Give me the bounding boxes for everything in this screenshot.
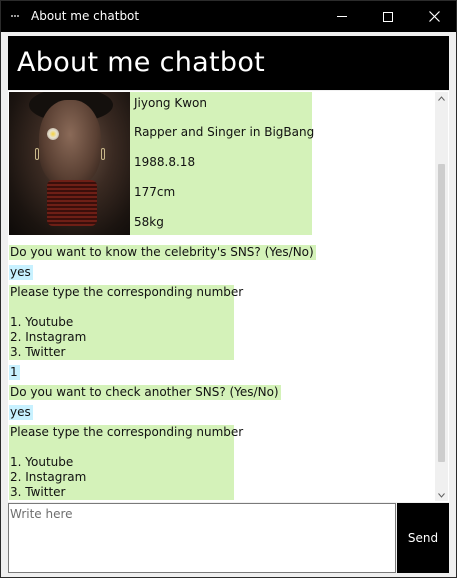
maximize-icon [383, 11, 393, 22]
profile-name: Jiyong Kwon [134, 96, 207, 110]
send-button[interactable]: Send [397, 503, 449, 573]
window-title: About me chatbot [31, 9, 140, 23]
maximize-button[interactable] [365, 1, 411, 32]
scrollbar-thumb[interactable] [438, 164, 445, 462]
app-window: About me chatbot About me chatbot Jiyong… [0, 0, 457, 578]
message-input[interactable] [9, 504, 395, 572]
chevron-down-icon [438, 492, 445, 498]
message-input-box[interactable] [8, 503, 396, 573]
profile-occupation: Rapper and Singer in BigBang [134, 125, 315, 139]
profile-photo [9, 92, 130, 235]
close-icon [428, 11, 440, 22]
header-banner: About me chatbot [8, 36, 449, 90]
scroll-up-button[interactable] [435, 92, 448, 104]
user-message: yes [9, 265, 33, 280]
profile-height: 177cm [134, 185, 176, 199]
minimize-icon [337, 16, 347, 17]
profile-weight: 58kg [134, 215, 164, 229]
bot-message: Please type the corresponding number 1. … [9, 425, 244, 500]
title-bar[interactable]: About me chatbot [1, 1, 456, 32]
close-button[interactable] [411, 1, 457, 32]
app-icon [11, 13, 19, 19]
chat-scrollbar[interactable] [435, 92, 448, 501]
profile-birthdate: 1988.8.18 [134, 155, 196, 169]
bot-message: Do you want to check another SNS? (Yes/N… [9, 385, 281, 400]
chat-log[interactable]: Jiyong Kwon Rapper and Singer in BigBang… [8, 91, 449, 502]
page-title: About me chatbot [17, 47, 266, 78]
user-message: 1 [9, 365, 20, 380]
bot-message: Please type the corresponding number 1. … [9, 285, 244, 360]
user-message: yes [9, 405, 33, 420]
profile-card: Jiyong Kwon Rapper and Singer in BigBang… [9, 92, 315, 235]
chevron-up-icon [438, 95, 445, 101]
profile-info: Jiyong Kwon Rapper and Singer in BigBang… [130, 92, 315, 235]
minimize-button[interactable] [319, 1, 365, 32]
bot-message: Do you want to know the celebrity's SNS?… [9, 245, 316, 260]
scroll-down-button[interactable] [435, 489, 448, 501]
